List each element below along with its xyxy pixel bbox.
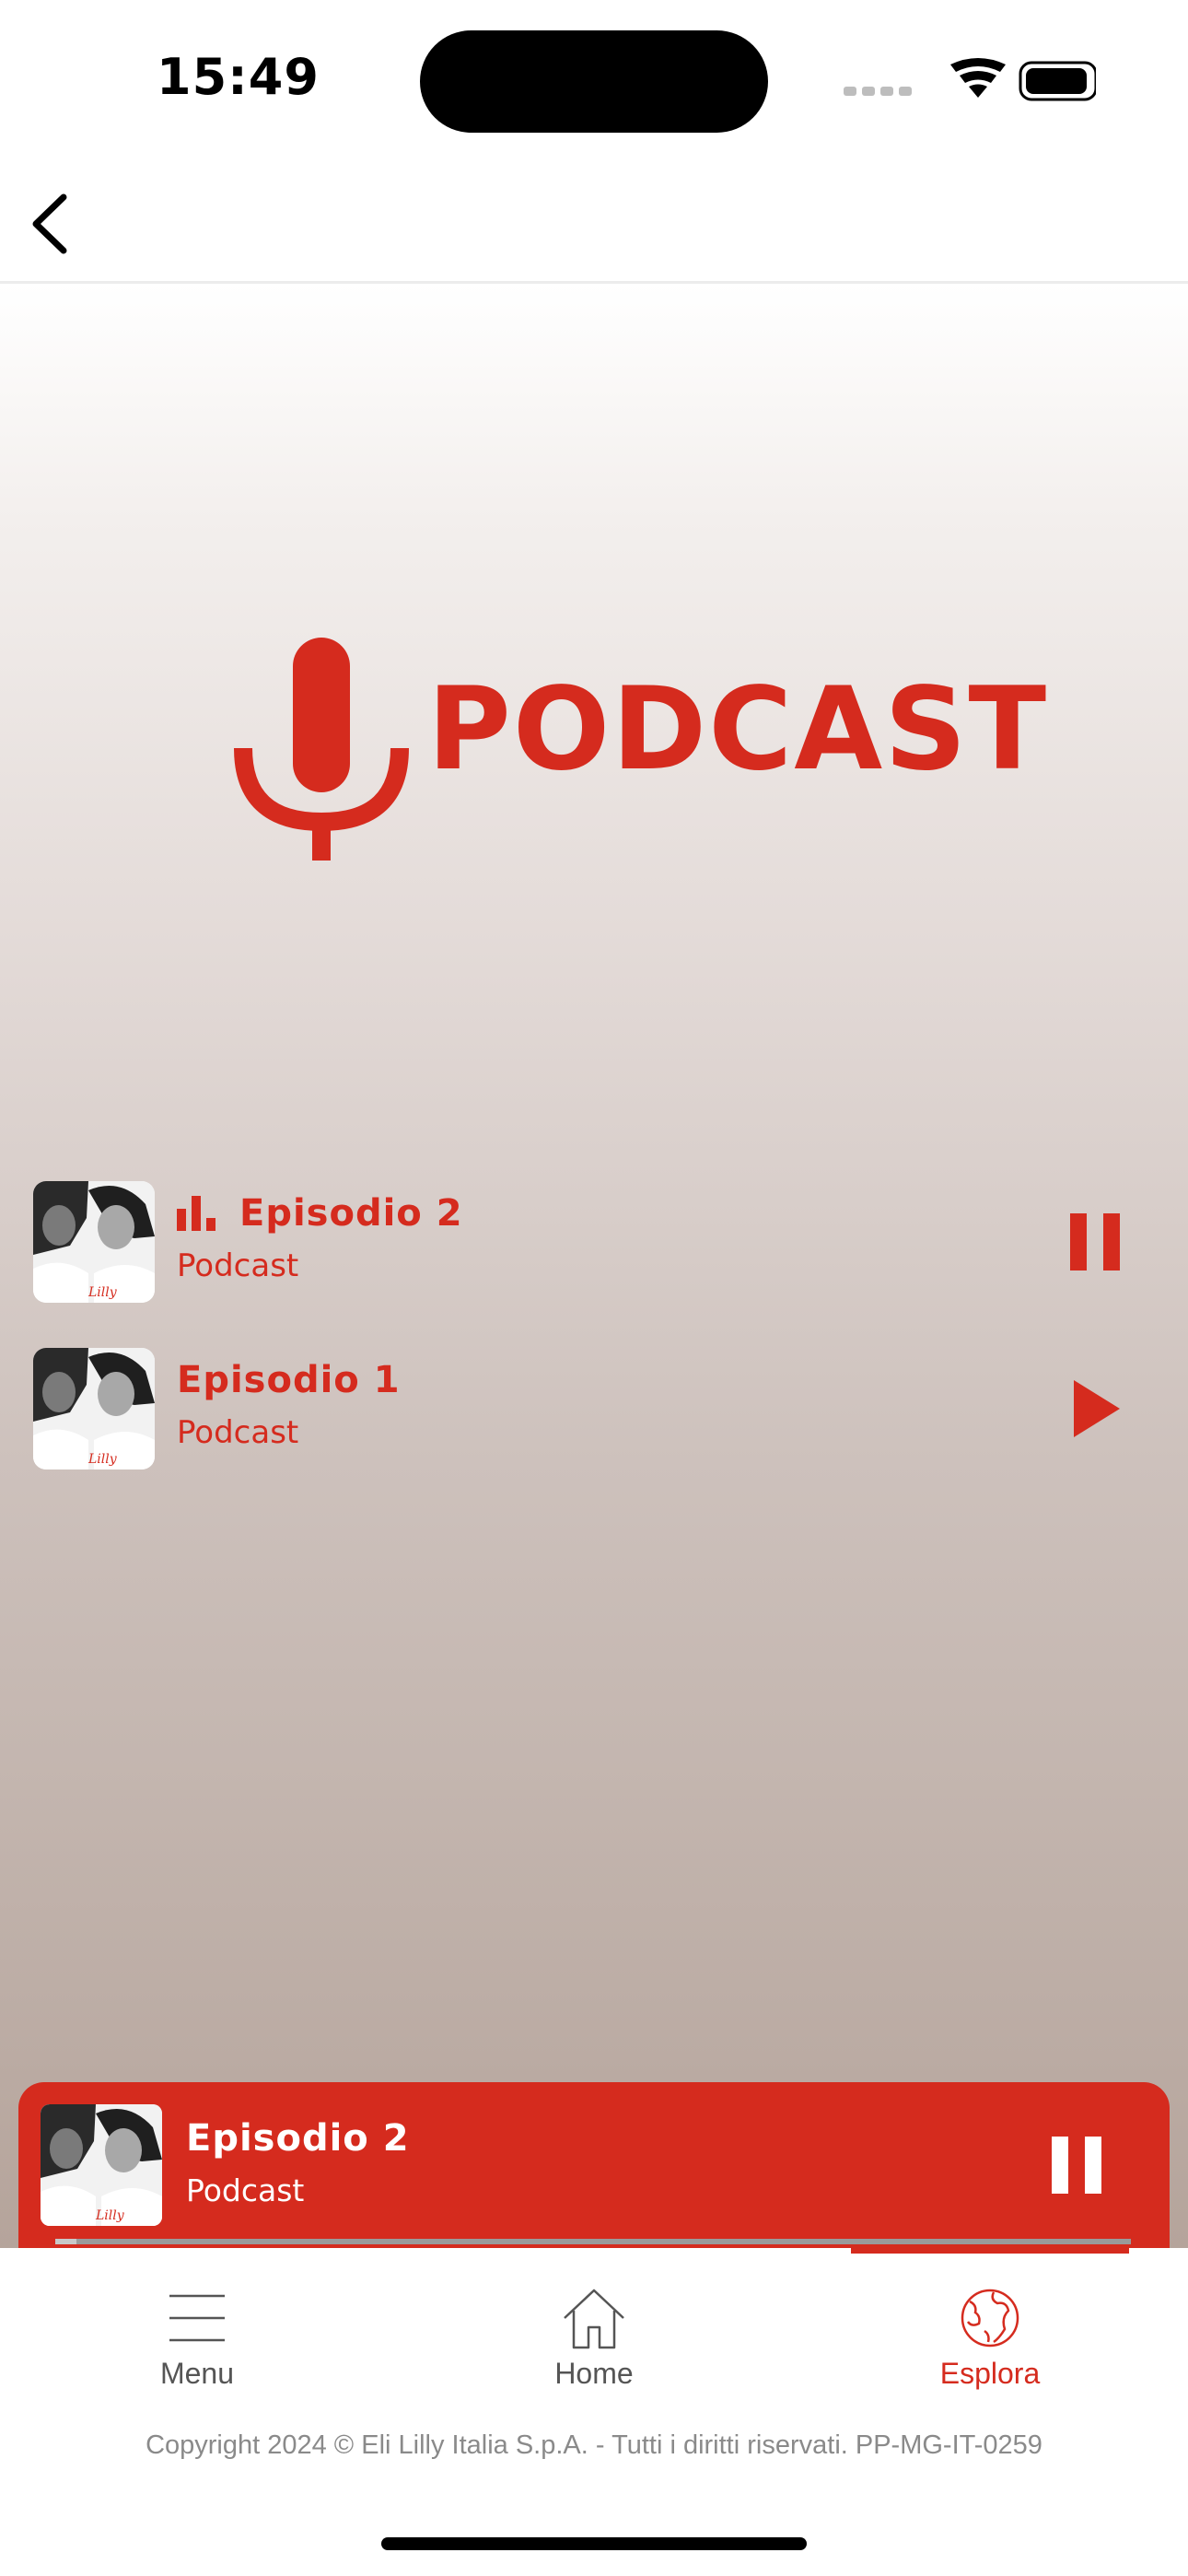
episode-thumbnail: Lilly [33,1348,155,1469]
episode-subtitle: Podcast [177,1247,299,1284]
svg-text:Lilly: Lilly [95,2208,125,2223]
episode-title: Episodio 1 [177,1359,401,1401]
play-button[interactable] [1059,1372,1133,1446]
chevron-left-icon [32,193,67,254]
mini-player[interactable]: Lilly Episodio 2 Podcast [18,2082,1170,2248]
microphone-icon [234,638,409,861]
navigation-bar [0,161,1188,284]
copyright-footer: Copyright 2024 © Eli Lilly Italia S.p.A.… [146,2430,1042,2460]
podcast-logo: PODCAST [234,638,1046,877]
status-icons [838,53,1103,109]
pause-icon [1052,2137,1101,2194]
mini-player-pause-button[interactable] [1039,2126,1116,2204]
home-icon [557,2281,631,2355]
home-indicator [381,2537,807,2550]
episode-thumbnail: Lilly [33,1181,155,1303]
playback-progress-bar[interactable] [55,2239,1131,2244]
battery-icon [1019,61,1103,101]
back-button[interactable] [13,187,87,261]
episode-subtitle: Podcast [177,1414,299,1451]
podcast-screen: PODCAST Lilly Episodio 2 Podcast Lilly E… [0,284,1188,2248]
globe-icon [953,2281,1027,2355]
pause-icon [1070,1213,1120,1270]
tab-esplora[interactable]: Esplora [852,2248,1128,2414]
tab-home[interactable]: Home [456,2248,732,2414]
svg-text:Lilly: Lilly [87,1285,118,1300]
cellular-signal-icon [844,87,912,96]
dynamic-island [420,30,768,133]
episode-row[interactable]: Lilly Episodio 1 Podcast [0,1348,1188,1486]
episode-row[interactable]: Lilly Episodio 2 Podcast [0,1181,1188,1319]
status-bar: 15:49 [0,0,1188,161]
pause-button[interactable] [1059,1205,1133,1279]
tab-label: Home [554,2357,634,2390]
wifi-icon [950,58,1006,98]
now-playing-equalizer-icon [177,1196,219,1231]
tab-menu[interactable]: Menu [59,2248,335,2414]
tab-label: Esplora [939,2357,1041,2390]
mini-player-subtitle: Podcast [186,2172,305,2208]
episode-title: Episodio 2 [239,1192,463,1235]
hamburger-menu-icon [160,2281,234,2355]
mini-player-thumbnail: Lilly [41,2104,162,2226]
tab-label: Menu [159,2357,235,2390]
mini-player-title: Episodio 2 [186,2117,410,2160]
playback-progress-fill [55,2239,77,2244]
svg-text:Lilly: Lilly [87,1452,118,1467]
play-icon [1074,1380,1120,1437]
logo-text: PODCAST [427,663,1049,796]
status-time: 15:49 [157,48,320,106]
